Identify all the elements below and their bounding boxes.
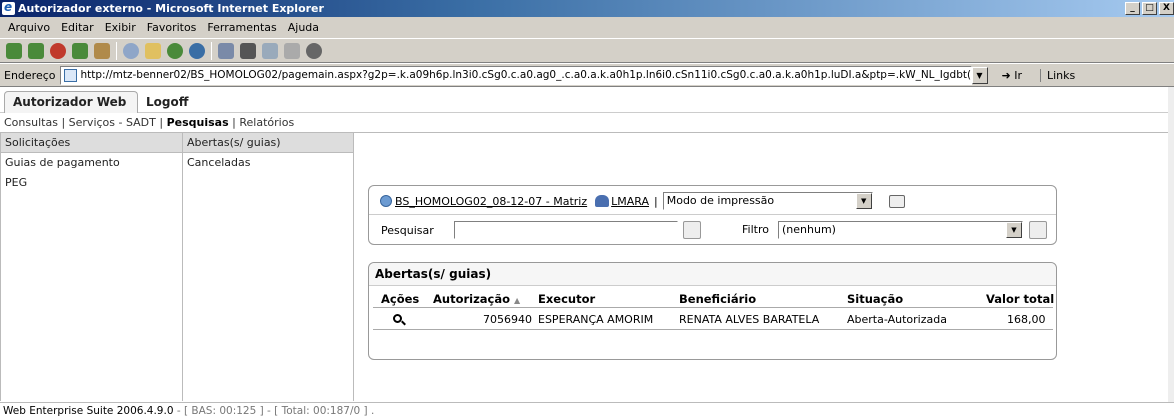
- home-icon[interactable]: [94, 42, 110, 59]
- sort-asc-icon: ▲: [514, 296, 521, 305]
- filter-separator: |: [654, 194, 658, 208]
- print-icon[interactable]: [240, 42, 256, 59]
- discuss-icon[interactable]: [284, 42, 300, 59]
- media-icon[interactable]: [167, 42, 183, 59]
- col-autorizacao-label: Autorização: [433, 292, 511, 306]
- nav-canceladas[interactable]: Canceladas: [183, 153, 353, 173]
- cell-situacao: Aberta-Autorizada: [847, 313, 947, 326]
- forward-icon[interactable]: [28, 42, 44, 59]
- vertical-scrollbar[interactable]: [1168, 87, 1174, 402]
- back-icon[interactable]: [6, 42, 22, 59]
- nav-column-2: Abertas(s/ guias) Canceladas: [183, 133, 354, 401]
- col-autorizacao[interactable]: Autorização ▲: [433, 292, 520, 306]
- server-link[interactable]: BS_HOMOLOG02_08-12-07 - Matriz: [395, 195, 587, 208]
- go-label: Ir: [1014, 68, 1022, 82]
- cell-beneficiario: RENATA ALVES BARATELA: [679, 313, 820, 326]
- links-button[interactable]: Links: [1040, 68, 1075, 82]
- subnav-pesquisas[interactable]: Pesquisas: [167, 116, 229, 129]
- suite-version: Web Enterprise Suite 2006.4.9.0: [3, 405, 174, 417]
- tab-logoff[interactable]: Logoff: [146, 95, 188, 109]
- col-situacao[interactable]: Situação: [847, 292, 903, 306]
- menu-editar[interactable]: Editar: [57, 21, 101, 34]
- subnav-servicos-sadt[interactable]: Serviços - SADT: [69, 116, 156, 129]
- app-tabs: Autorizador Web Logoff: [0, 87, 1174, 113]
- nav-guias-de-pagamento[interactable]: Guias de pagamento: [1, 153, 182, 173]
- menu-arquivo[interactable]: Arquivo: [4, 21, 57, 34]
- mail-icon[interactable]: [218, 42, 234, 59]
- col-beneficiario[interactable]: Beneficiário: [679, 292, 756, 306]
- print-mode-select[interactable]: Modo de impressão ▼: [662, 192, 873, 210]
- search-icon[interactable]: [683, 221, 701, 239]
- cell-autorizacao: 7056940: [483, 313, 532, 326]
- toolbar-divider: [211, 41, 212, 60]
- menu-exibir[interactable]: Exibir: [101, 21, 143, 34]
- toolbar-divider: [116, 41, 117, 60]
- col-valor-total[interactable]: Valor total: [986, 292, 1054, 306]
- history-icon[interactable]: [189, 42, 205, 59]
- filter-label: Filtro: [742, 223, 769, 236]
- print-mode-value: Modo de impressão: [666, 194, 775, 207]
- header-divider: [373, 307, 1053, 308]
- ie-logo-icon: [2, 0, 15, 16]
- favorites-icon[interactable]: [145, 42, 161, 59]
- filter-panel: BS_HOMOLOG02_08-12-07 - Matriz LMARA | M…: [368, 185, 1057, 245]
- user-icon: [595, 195, 610, 207]
- cell-valor-total: 168,00: [1007, 313, 1046, 326]
- results-title: Abertas(s/ guias): [369, 263, 1056, 286]
- filter-select[interactable]: (nenhum) ▼: [778, 221, 1023, 239]
- subnav-consultas[interactable]: Consultas: [4, 116, 58, 129]
- row-divider: [373, 329, 1053, 330]
- chevron-down-icon: ▼: [855, 193, 872, 209]
- address-label: Endereço: [4, 68, 56, 82]
- printer-icon[interactable]: [888, 194, 905, 208]
- nav-abertas-sem-guias[interactable]: Abertas(s/ guias): [183, 133, 353, 153]
- stop-icon[interactable]: [50, 42, 66, 59]
- sub-navigation: Consultas | Serviços - SADT | Pesquisas …: [0, 114, 1174, 133]
- edit-filter-icon[interactable]: [1029, 221, 1047, 239]
- address-input[interactable]: http://mtz-benner02/BS_HOMOLOG02/pagemai…: [59, 65, 972, 85]
- browser-toolbar: [0, 39, 1174, 63]
- menu-favoritos[interactable]: Favoritos: [143, 21, 204, 34]
- subnav-separator: |: [232, 116, 236, 129]
- close-button[interactable]: X: [1159, 2, 1174, 15]
- globe-icon: [380, 195, 392, 207]
- nav-column-1: Solicitações Guias de pagamento PEG: [0, 133, 183, 401]
- window-title: Autorizador externo - Microsoft Internet…: [18, 2, 324, 15]
- subnav-relatorios[interactable]: Relatórios: [239, 116, 294, 129]
- address-bar: Endereço http://mtz-benner02/BS_HOMOLOG0…: [0, 63, 1174, 87]
- col-acoes: Ações: [381, 292, 420, 306]
- col-executor[interactable]: Executor: [538, 292, 595, 306]
- menu-ajuda[interactable]: Ajuda: [284, 21, 326, 34]
- minimize-button[interactable]: _: [1125, 2, 1140, 15]
- timing-info: - [ BAS: 00:125 ] - [ Total: 00:187/0 ] …: [173, 405, 375, 417]
- search-label: Pesquisar: [381, 224, 434, 237]
- window-titlebar: Autorizador externo - Microsoft Internet…: [0, 0, 1174, 17]
- go-button[interactable]: ➜ Ir: [1002, 69, 1023, 82]
- maximize-button[interactable]: □: [1142, 2, 1157, 15]
- menu-bar: Arquivo Editar Exibir Favoritos Ferramen…: [0, 17, 1174, 39]
- search-input[interactable]: [454, 221, 678, 239]
- edit-icon[interactable]: [262, 42, 278, 59]
- refresh-icon[interactable]: [72, 42, 88, 59]
- nav-peg[interactable]: PEG: [1, 173, 182, 193]
- address-url: http://mtz-benner02/BS_HOMOLOG02/pagemai…: [80, 68, 972, 81]
- filter-value: (nenhum): [782, 223, 836, 236]
- search-icon[interactable]: [123, 42, 139, 59]
- cell-executor: ESPERANÇA AMORIM: [538, 313, 654, 326]
- results-panel: Abertas(s/ guias) Ações Autorização ▲ Ex…: [368, 262, 1057, 360]
- address-dropdown-icon[interactable]: ▼: [971, 66, 988, 84]
- messenger-icon[interactable]: [306, 42, 322, 59]
- page-icon: [63, 68, 77, 82]
- subnav-separator: |: [159, 116, 164, 129]
- subnav-separator: |: [61, 116, 66, 129]
- status-bar: Web Enterprise Suite 2006.4.9.0 - [ BAS:…: [0, 402, 1174, 420]
- chevron-down-icon: ▼: [1006, 222, 1022, 238]
- view-magnifier-icon[interactable]: [393, 314, 402, 323]
- tab-autorizador-web[interactable]: Autorizador Web: [4, 91, 138, 113]
- nav-solicitacoes[interactable]: Solicitações: [1, 133, 182, 153]
- menu-ferramentas[interactable]: Ferramentas: [203, 21, 283, 34]
- user-link[interactable]: LMARA: [611, 195, 649, 208]
